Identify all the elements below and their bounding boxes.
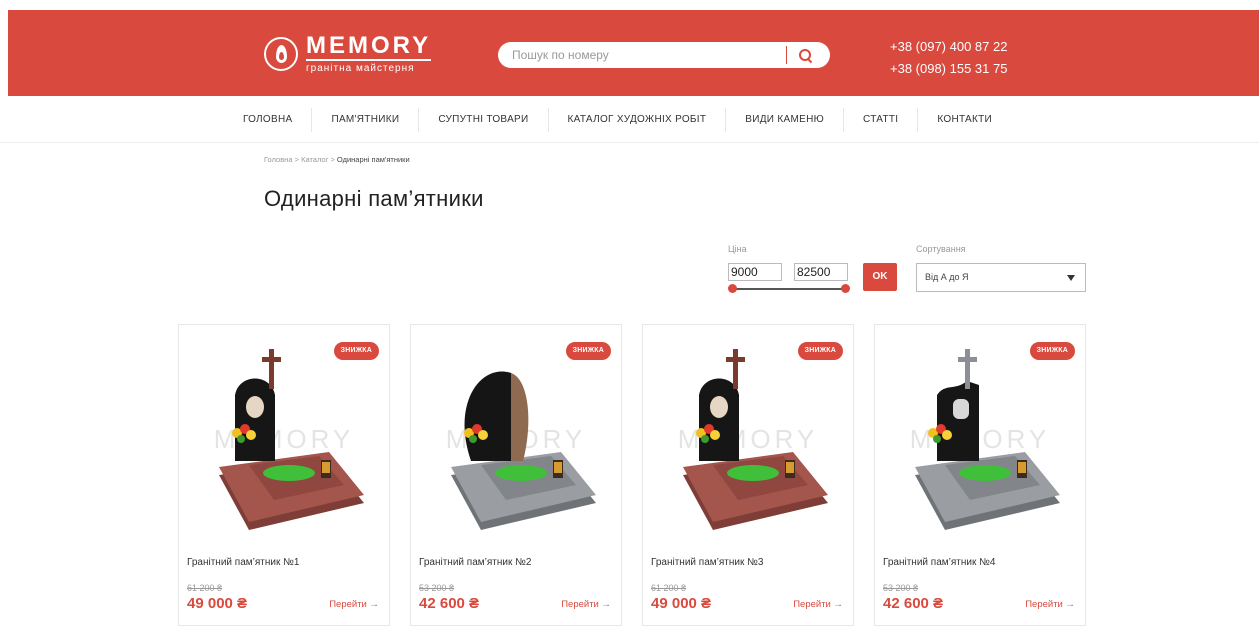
price-slider-max-handle[interactable] xyxy=(841,284,850,293)
nav-item-articles[interactable]: СТАТТІ xyxy=(844,107,917,133)
product-card[interactable]: MEMORY ЗНИЖКА Гранітний пам’ятник №1 61 200… xyxy=(178,324,390,626)
new-price: 49 000 ₴ xyxy=(651,595,712,612)
product-card[interactable]: MEMORYЗНИЖКАГранітний пам’ятник №253 200… xyxy=(410,324,622,626)
old-price: 53 200 ₴ xyxy=(883,583,919,593)
product-title[interactable]: Гранітний пам’ятник №1 xyxy=(187,557,299,568)
new-price: 49 000 ₴ xyxy=(187,595,248,612)
site-header: MEMORY гранітна майстерня +38 (097) 400 … xyxy=(8,10,1259,96)
breadcrumb-current: Одинарні пам'ятники xyxy=(336,155,410,164)
price-max-input[interactable] xyxy=(794,263,848,281)
product-link[interactable]: Перейти → xyxy=(1025,599,1075,610)
discount-badge: ЗНИЖКА xyxy=(1029,342,1075,360)
search-icon[interactable] xyxy=(799,48,812,62)
price-slider-min-handle[interactable] xyxy=(728,284,737,293)
new-price: 42 600 ₴ xyxy=(883,595,944,612)
main-nav: ГОЛОВНА ПАМ'ЯТНИКИ СУПУТНІ ТОВАРИ КАТАЛО… xyxy=(0,106,1259,134)
sort-select[interactable]: Від А до Я xyxy=(916,263,1086,292)
new-price: 42 600 ₴ xyxy=(419,595,480,612)
old-price: 61 200 ₴ xyxy=(187,583,223,593)
product-title[interactable]: Гранітний пам’ятник №3 xyxy=(651,557,763,568)
page-title: Одинарні пам’ятники xyxy=(264,186,484,211)
sort-value: Від А до Я xyxy=(925,272,969,282)
logo-name: MEMORY xyxy=(306,32,432,61)
discount-badge: ЗНИЖКА xyxy=(565,342,611,360)
nav-item-related-goods[interactable]: СУПУТНІ ТОВАРИ xyxy=(419,107,547,133)
price-slider-track[interactable] xyxy=(732,288,846,290)
phone-2[interactable]: +38 (098) 155 31 75 xyxy=(890,58,1007,80)
sort-label: Сортування xyxy=(916,244,966,254)
discount-badge: ЗНИЖКА xyxy=(797,342,843,360)
discount-badge: ЗНИЖКА xyxy=(333,342,379,360)
svg-text:MEMORY: MEMORY xyxy=(910,424,1051,454)
search-bar xyxy=(498,42,830,68)
svg-text:MEMORY: MEMORY xyxy=(678,424,819,454)
nav-item-monuments[interactable]: ПАМ'ЯТНИКИ xyxy=(312,107,418,133)
product-link[interactable]: Перейти → xyxy=(561,599,611,610)
logo-subtitle: гранітна майстерня xyxy=(306,63,415,74)
product-card[interactable]: MEMORY ЗНИЖКА Гранітний пам’ятник №4 53 200… xyxy=(874,324,1086,626)
product-title[interactable]: Гранітний пам’ятник №4 xyxy=(883,557,995,568)
product-link[interactable]: Перейти → xyxy=(329,599,379,610)
nav-item-home[interactable]: ГОЛОВНА xyxy=(224,107,312,133)
breadcrumb-catalog[interactable]: Каталог xyxy=(301,155,328,164)
flame-icon xyxy=(264,37,298,71)
chevron-down-icon xyxy=(1067,275,1075,281)
filter-ok-button[interactable]: OK xyxy=(863,263,897,291)
nav-underline xyxy=(0,142,1259,143)
product-link[interactable]: Перейти → xyxy=(793,599,843,610)
nav-item-stone-types[interactable]: ВИДИ КАМЕНЮ xyxy=(726,107,843,133)
price-label: Ціна xyxy=(728,244,747,254)
svg-text:MEMORY: MEMORY xyxy=(214,424,355,454)
breadcrumb-home[interactable]: Головна xyxy=(264,155,293,164)
phone-list: +38 (097) 400 87 22 +38 (098) 155 31 75 xyxy=(890,36,1007,80)
search-divider xyxy=(786,46,787,64)
product-title[interactable]: Гранітний пам’ятник №2 xyxy=(419,557,531,568)
search-input[interactable] xyxy=(512,48,782,62)
product-card[interactable]: MEMORY ЗНИЖКА Гранітний пам’ятник №3 61 200… xyxy=(642,324,854,626)
breadcrumb-separator: > xyxy=(294,155,299,164)
site-logo[interactable]: MEMORY гранітна майстерня xyxy=(264,32,432,74)
price-min-input[interactable] xyxy=(728,263,782,281)
old-price: 53 200 ₴ xyxy=(419,583,455,593)
old-price: 61 200 ₴ xyxy=(651,583,687,593)
breadcrumb-separator: > xyxy=(330,155,335,164)
nav-item-art-catalog[interactable]: КАТАЛОГ ХУДОЖНІХ РОБІТ xyxy=(549,107,726,133)
breadcrumb: Головна > Каталог > Одинарні пам'ятники xyxy=(264,155,410,164)
nav-item-contacts[interactable]: КОНТАКТИ xyxy=(918,107,1011,133)
phone-1[interactable]: +38 (097) 400 87 22 xyxy=(890,36,1007,58)
